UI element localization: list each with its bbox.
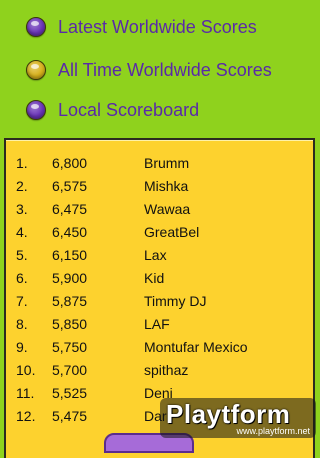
radio-icon[interactable] <box>26 60 46 80</box>
rank-cell: 3. <box>16 201 28 217</box>
player-name: Mishka <box>144 178 189 194</box>
scoreboard-row: 9. 5,750 Montufar Mexico <box>6 336 313 359</box>
scoreboard-row: 2. 6,575 Mishka <box>6 175 313 198</box>
scoreboard-row: 1. 6,800 Brumm <box>6 152 313 175</box>
score-cell: 5,750 <box>52 339 88 355</box>
score-cell: 5,875 <box>52 293 88 309</box>
rank-cell: 10. <box>16 362 36 378</box>
menu-item-label: Latest Worldwide Scores <box>58 16 257 37</box>
score-cell: 6,575 <box>52 178 88 194</box>
player-name: Timmy DJ <box>144 293 207 309</box>
rank-cell: 11. <box>16 385 35 401</box>
rank-cell: 7. <box>16 293 28 309</box>
menu-item-all-time-worldwide[interactable]: All Time Worldwide Scores <box>26 55 272 85</box>
score-cell: 6,450 <box>52 224 88 240</box>
rank-cell: 9. <box>16 339 28 355</box>
player-name: Brumm <box>144 155 190 171</box>
rank-cell: 6. <box>16 270 28 286</box>
menu-item-label: Local Scoreboard <box>58 99 200 120</box>
scoreboard-row: 3. 6,475 Wawaa <box>6 198 313 221</box>
score-cell: 5,475 <box>52 408 88 424</box>
radio-icon[interactable] <box>26 17 46 37</box>
score-cell: 5,525 <box>52 385 88 401</box>
scoreboard-row: 5. 6,150 Lax <box>6 244 313 267</box>
radio-icon[interactable] <box>26 100 46 120</box>
rank-cell: 8. <box>16 316 28 332</box>
scoreboard-row: 7. 5,875 Timmy DJ <box>6 290 313 313</box>
scoreboard-row: 6. 5,900 Kid <box>6 267 313 290</box>
score-cell: 5,700 <box>52 362 88 378</box>
player-name: GreatBel <box>144 224 200 240</box>
score-cell: 5,900 <box>52 270 88 286</box>
watermark-url: www.playtform.net <box>236 426 310 436</box>
rank-cell: 4. <box>16 224 28 240</box>
score-cell: 5,850 <box>52 316 88 332</box>
score-cell: 6,475 <box>52 201 88 217</box>
rank-cell: 5. <box>16 247 28 263</box>
menu-item-local-scoreboard[interactable]: Local Scoreboard <box>26 95 199 125</box>
rank-cell: 12. <box>16 408 36 424</box>
player-name: Lax <box>144 247 167 263</box>
rank-cell: 1. <box>16 155 28 171</box>
player-name: LAF <box>144 316 170 332</box>
scoreboard-row: 8. 5,850 LAF <box>6 313 313 336</box>
rank-cell: 2. <box>16 178 28 194</box>
menu-item-latest-worldwide[interactable]: Latest Worldwide Scores <box>26 12 257 42</box>
player-name: Montufar Mexico <box>144 339 248 355</box>
player-name: spithaz <box>144 362 189 378</box>
menu-item-label: All Time Worldwide Scores <box>58 59 272 80</box>
scoreboard-row: 4. 6,450 GreatBel <box>6 221 313 244</box>
watermark: Playtform www.playtform.net <box>160 398 316 438</box>
player-name: Wawaa <box>144 201 191 217</box>
score-cell: 6,150 <box>52 247 88 263</box>
score-cell: 6,800 <box>52 155 88 171</box>
scoreboard-row: 10. 5,700 spithaz <box>6 359 313 382</box>
player-name: Kid <box>144 270 165 286</box>
